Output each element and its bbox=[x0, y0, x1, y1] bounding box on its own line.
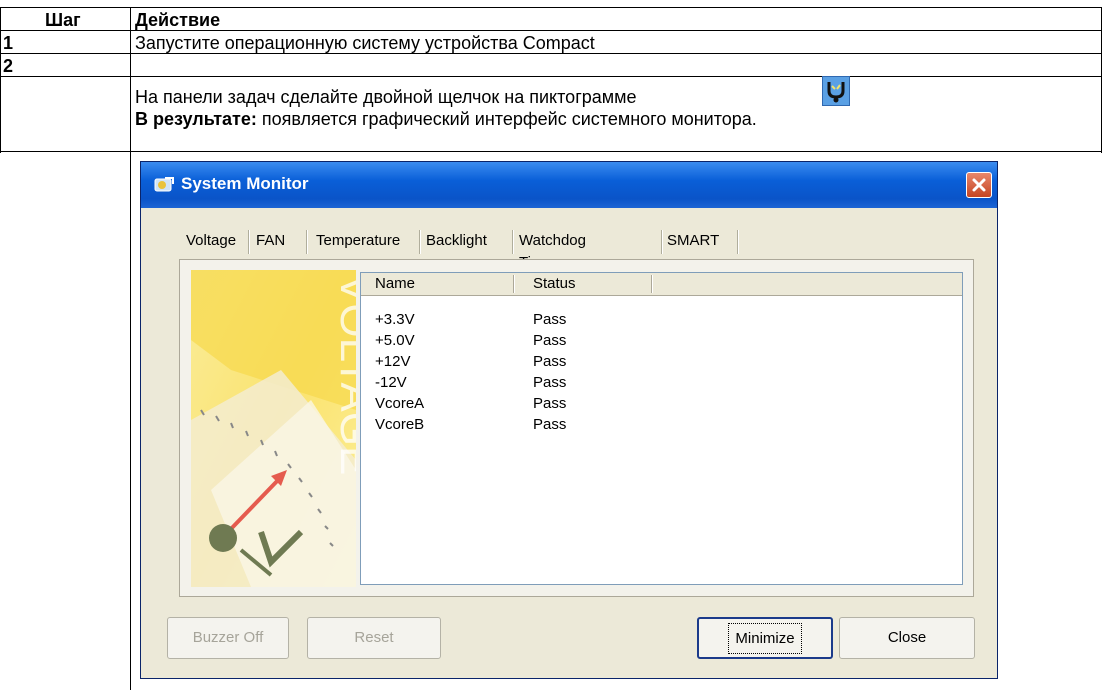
column-divider[interactable] bbox=[651, 275, 653, 293]
column-divider[interactable] bbox=[513, 275, 515, 293]
item-status: Pass bbox=[533, 395, 567, 412]
result-text: появляется графический интерфейс системн… bbox=[261, 109, 757, 129]
tab-separator bbox=[306, 230, 308, 254]
buzzer-off-button[interactable]: Buzzer Off bbox=[167, 617, 289, 659]
item-status: Pass bbox=[533, 374, 567, 391]
column-header-name[interactable]: Name bbox=[375, 274, 415, 294]
tab-separator bbox=[661, 230, 663, 254]
item-name: +3.3V bbox=[375, 311, 415, 328]
list-item[interactable]: +5.0V Pass bbox=[361, 332, 961, 350]
title-bar[interactable]: System Monitor bbox=[141, 162, 997, 208]
item-status: Pass bbox=[533, 353, 567, 370]
tab-separator bbox=[737, 230, 739, 254]
system-monitor-tray-icon bbox=[822, 76, 850, 106]
art-voltage-label: VOLTAGE bbox=[331, 274, 356, 475]
tab-voltage[interactable]: Voltage bbox=[186, 230, 236, 254]
tab-separator bbox=[512, 230, 514, 254]
table-row-divider bbox=[0, 53, 1102, 54]
item-name: VcoreA bbox=[375, 395, 425, 412]
result-label: В результате: bbox=[135, 109, 257, 129]
step-2-instruction: На панели задач сделайте двойной щелчок … bbox=[135, 87, 637, 107]
table-row-divider bbox=[0, 30, 1102, 31]
step-number-2: 2 bbox=[3, 56, 14, 76]
window-title: System Monitor bbox=[181, 174, 309, 193]
table-border-top bbox=[0, 7, 1102, 8]
table-column-divider bbox=[130, 7, 131, 690]
item-name: VcoreB bbox=[375, 416, 425, 433]
minimize-button-label: Minimize bbox=[728, 623, 802, 654]
item-name: +5.0V bbox=[375, 332, 415, 349]
list-item[interactable]: +3.3V Pass bbox=[361, 311, 961, 329]
item-status: Pass bbox=[533, 416, 567, 433]
list-header: Name Status bbox=[361, 273, 962, 296]
header-step: Шаг bbox=[45, 10, 81, 30]
list-item[interactable]: -12V Pass bbox=[361, 374, 961, 392]
table-border-left bbox=[0, 7, 1, 153]
table-border-right bbox=[1101, 7, 1102, 153]
list-item[interactable]: VcoreA Pass bbox=[361, 395, 961, 413]
voltage-illustration: VOLTAGE bbox=[191, 270, 380, 587]
tab-separator bbox=[419, 230, 421, 254]
system-monitor-window: System Monitor Voltage FAN Temperature B… bbox=[140, 161, 998, 679]
list-item[interactable]: +12V Pass bbox=[361, 353, 961, 371]
tab-fan[interactable]: FAN bbox=[256, 230, 285, 254]
tab-temperature[interactable]: Temperature bbox=[316, 230, 400, 254]
step-number-1: 1 bbox=[3, 33, 14, 53]
close-button[interactable]: Close bbox=[839, 617, 975, 659]
tab-smart[interactable]: SMART bbox=[667, 230, 719, 254]
tab-watchdog-timer[interactable]: Watchdog Timer bbox=[519, 230, 586, 271]
reset-button[interactable]: Reset bbox=[307, 617, 441, 659]
tab-backlight[interactable]: Backlight bbox=[426, 230, 487, 254]
column-header-status[interactable]: Status bbox=[533, 274, 576, 294]
header-action: Действие bbox=[135, 10, 221, 30]
voltage-list[interactable]: Name Status +3.3V Pass +5.0V Pass +12V Pass… bbox=[360, 272, 963, 585]
table-row-divider bbox=[0, 76, 1102, 77]
close-icon[interactable] bbox=[966, 172, 992, 198]
system-monitor-icon bbox=[153, 175, 175, 195]
voltage-panel: VOLTAGE Name Status +3.3V Pass +5.0V Pass … bbox=[179, 259, 974, 597]
table-row-divider bbox=[0, 151, 1102, 152]
list-item[interactable]: VcoreB Pass bbox=[361, 416, 961, 434]
item-status: Pass bbox=[533, 311, 567, 328]
item-name: +12V bbox=[375, 353, 411, 370]
item-status: Pass bbox=[533, 332, 567, 349]
item-name: -12V bbox=[375, 374, 407, 391]
tab-separator bbox=[248, 230, 250, 254]
step-1-text: Запустите операционную систему устройств… bbox=[135, 33, 595, 53]
minimize-button[interactable]: Minimize bbox=[697, 617, 833, 659]
